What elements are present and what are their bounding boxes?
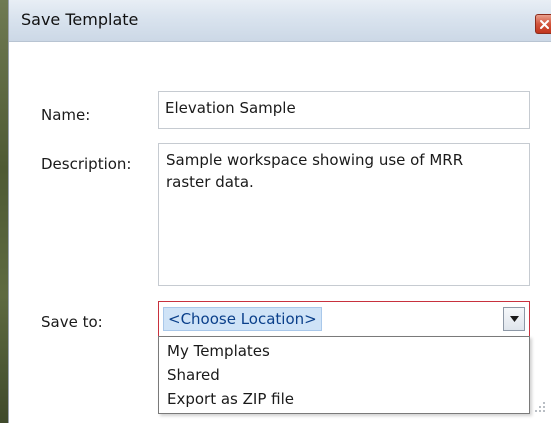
save-template-dialog: Save Template Name: Elevation Sample Des… bbox=[8, 0, 551, 423]
save-to-combobox[interactable]: <Choose Location> bbox=[158, 301, 530, 337]
description-field-value: Sample workspace showing use of MRR rast… bbox=[166, 151, 464, 191]
chevron-down-icon bbox=[510, 316, 519, 322]
save-to-label: Save to: bbox=[41, 313, 103, 331]
dialog-title: Save Template bbox=[21, 10, 139, 29]
save-to-dropdown-button[interactable] bbox=[503, 307, 525, 331]
name-field-value: Elevation Sample bbox=[165, 99, 296, 117]
name-field[interactable]: Elevation Sample bbox=[158, 91, 530, 129]
close-button[interactable] bbox=[535, 14, 551, 34]
dropdown-option-my-templates[interactable]: My Templates bbox=[167, 339, 270, 363]
resize-grip-icon[interactable] bbox=[533, 400, 547, 414]
dialog-titlebar[interactable]: Save Template bbox=[9, 0, 551, 42]
description-field[interactable]: Sample workspace showing use of MRR rast… bbox=[158, 143, 530, 286]
save-to-dropdown-list: My Templates Shared Export as ZIP file bbox=[158, 336, 530, 414]
close-icon bbox=[540, 20, 549, 29]
save-to-selected-value: <Choose Location> bbox=[163, 307, 322, 331]
dropdown-option-export-zip[interactable]: Export as ZIP file bbox=[167, 387, 294, 411]
dropdown-option-shared[interactable]: Shared bbox=[167, 363, 220, 387]
name-label: Name: bbox=[41, 106, 91, 124]
description-label: Description: bbox=[41, 155, 132, 173]
